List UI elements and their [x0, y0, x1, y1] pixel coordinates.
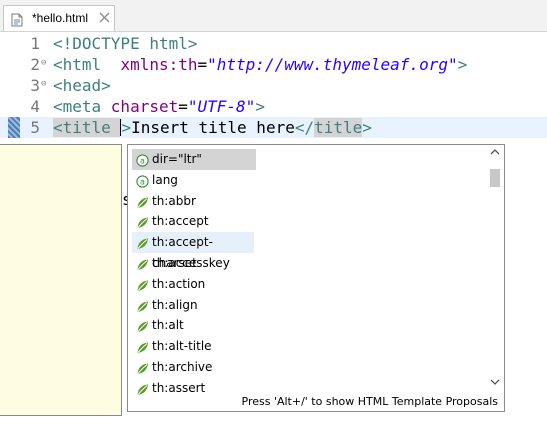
proposal-label: lang — [152, 172, 178, 187]
content-assist-popup[interactable]: th:assert th:archive th:alt-title th:alt th:… — [127, 144, 505, 412]
proposal-label: th:accept — [152, 214, 209, 229]
code-token: > — [121, 118, 132, 137]
scroll-down-arrow-icon[interactable] — [488, 377, 502, 391]
code-token: <html — [53, 55, 121, 74]
line-number: 2 — [30, 55, 40, 74]
code-text: <meta charset="UTF-8"> — [53, 96, 265, 117]
code-line[interactable]: 5 <title >Insert title here</title> — [0, 117, 547, 138]
close-icon[interactable] — [99, 12, 111, 24]
line-number: 3 — [30, 76, 40, 95]
thymeleaf-leaf-icon — [136, 215, 149, 229]
thymeleaf-leaf-icon — [136, 340, 149, 354]
proposal-info-popup — [0, 144, 122, 416]
proposal-item[interactable]: th:accept-charset — [132, 232, 254, 270]
code-line[interactable]: 1 <!DOCTYPE html> — [0, 33, 547, 54]
svg-text:a: a — [140, 156, 145, 165]
proposal-item[interactable]: th:alt — [132, 315, 484, 336]
thymeleaf-leaf-icon — [136, 361, 149, 374]
code-token: "UTF-8" — [187, 97, 256, 116]
code-token: </ — [294, 118, 315, 137]
proposal-item[interactable]: th:align — [132, 295, 484, 316]
proposal-item[interactable]: a dir="ltr" — [132, 149, 256, 170]
fold-collapse-icon[interactable]: ⊖ — [41, 58, 51, 68]
proposal-item[interactable]: th:alt-title — [132, 336, 484, 357]
thymeleaf-leaf-icon — [136, 299, 149, 312]
proposal-label: th:assert — [152, 380, 206, 395]
proposal-label: th:archive — [152, 360, 213, 374]
editor-tab-hello-html[interactable]: *hello.html — [3, 5, 115, 31]
attribute-icon: a — [136, 153, 149, 167]
code-text: <!DOCTYPE html> — [53, 33, 198, 54]
tab-title: *hello.html — [32, 11, 89, 25]
attribute-icon: a — [136, 174, 149, 188]
svg-text:a: a — [140, 177, 145, 186]
code-token: > — [187, 34, 198, 53]
code-token: charset — [110, 97, 179, 116]
code-token: Insert title here — [131, 118, 295, 137]
code-token: = — [197, 55, 208, 74]
scroll-up-arrow-icon[interactable] — [488, 147, 502, 161]
scrollbar-thumb[interactable] — [490, 169, 500, 187]
proposal-label: dir="ltr" — [152, 152, 202, 166]
editor-tab-bar: *hello.html — [0, 0, 547, 32]
code-token: <title — [53, 118, 121, 137]
proposal-label: th:accept-charset — [152, 235, 213, 271]
code-line[interactable]: 4 <meta charset="UTF-8"> — [0, 96, 547, 117]
proposal-label: th:alt-title — [152, 339, 212, 354]
html-file-icon — [10, 12, 24, 27]
code-token: > — [457, 55, 468, 74]
code-token: <!DOCTYPE — [53, 34, 150, 53]
proposal-item[interactable]: th:action — [132, 274, 484, 295]
proposal-item[interactable]: th:archive — [132, 357, 484, 378]
proposal-label: th:abbr — [152, 193, 196, 208]
thymeleaf-leaf-icon — [136, 278, 149, 291]
code-text: <title >Insert title here</title> — [53, 117, 372, 138]
thymeleaf-leaf-icon — [136, 319, 149, 333]
code-token: html — [149, 34, 188, 53]
code-line[interactable]: 2 ⊖ <html xmlns:th="http://www.thymeleaf.o… — [0, 54, 547, 75]
code-token: > — [362, 118, 372, 137]
code-token: <head> — [53, 76, 111, 95]
proposal-hint-text: Press 'Alt+/' to show HTML Template Prop… — [241, 395, 499, 408]
code-token: = — [178, 97, 188, 116]
thymeleaf-leaf-icon — [136, 236, 149, 250]
code-text: <html xmlns:th="http://www.thymeleaf.org… — [53, 54, 467, 75]
proposal-item[interactable]: th:accept — [132, 211, 484, 232]
code-token: xmlns:th — [120, 55, 198, 74]
code-token: <meta — [53, 97, 111, 116]
thymeleaf-leaf-icon — [136, 257, 149, 270]
line-number: 4 — [30, 97, 40, 116]
proposal-label: th:align — [152, 297, 198, 312]
thymeleaf-leaf-icon — [136, 195, 149, 208]
code-line[interactable]: 3 ⊖ <head> — [0, 75, 547, 96]
code-token: > — [255, 97, 265, 116]
code-text: <head> — [53, 75, 111, 96]
proposal-label: th:alt — [152, 318, 184, 333]
proposal-label: th:action — [152, 276, 206, 291]
thymeleaf-leaf-icon — [136, 382, 149, 395]
proposal-scrollbar[interactable] — [488, 147, 502, 391]
line-number: 5 — [30, 118, 40, 137]
proposal-item[interactable]: th:abbr — [132, 191, 484, 212]
line-number: 1 — [30, 34, 40, 53]
code-token: title — [314, 118, 363, 137]
proposal-item[interactable]: a lang — [132, 170, 484, 191]
code-token: "http://www.thymeleaf.org" — [207, 55, 458, 74]
fold-collapse-icon[interactable]: ⊖ — [41, 79, 51, 89]
